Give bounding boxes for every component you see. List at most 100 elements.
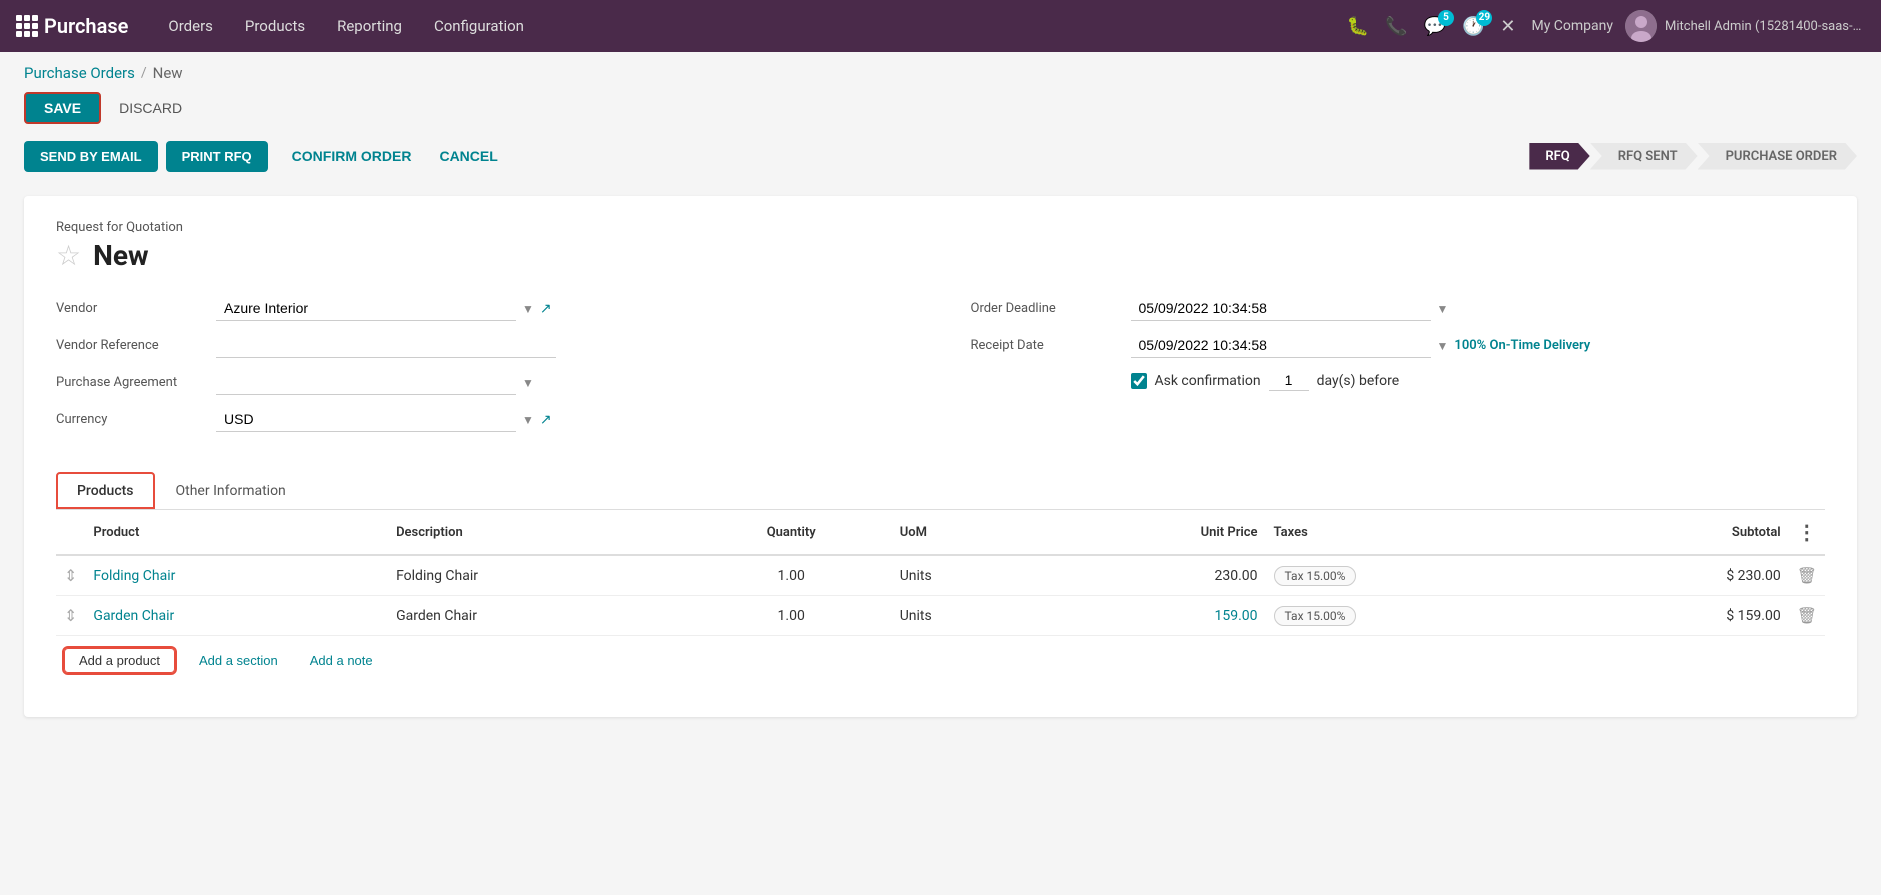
rfq-title-row: ☆ New xyxy=(56,239,1825,272)
user-name: Mitchell Admin (15281400-saas-15-1-a... xyxy=(1665,19,1865,34)
row2-description[interactable]: Garden Chair xyxy=(388,596,691,636)
menu-configuration[interactable]: Configuration xyxy=(418,0,540,52)
tab-products[interactable]: Products xyxy=(56,472,155,509)
clock-icon[interactable]: 🕐 29 xyxy=(1458,12,1488,41)
vendor-row: Vendor ▼ ↗ xyxy=(56,296,911,321)
app-grid-menu[interactable] xyxy=(16,15,38,37)
company-name[interactable]: My Company xyxy=(1531,18,1613,34)
row2-subtotal: $ 159.00 xyxy=(1571,596,1789,636)
row1-tax-badge: Tax 15.00% xyxy=(1274,566,1357,586)
favorite-star-icon[interactable]: ☆ xyxy=(56,239,81,272)
purchase-agreement-dropdown-icon[interactable]: ▼ xyxy=(522,376,534,390)
wrench-icon[interactable]: ✕ xyxy=(1496,12,1519,41)
receipt-date-dropdown-icon[interactable]: ▼ xyxy=(1437,339,1449,353)
discard-button[interactable]: DISCARD xyxy=(109,94,192,122)
top-navigation: Purchase Orders Products Reporting Confi… xyxy=(0,0,1881,52)
cancel-workflow-button[interactable]: CANCEL xyxy=(427,140,509,172)
wf-step-purchase-order[interactable]: PURCHASE ORDER xyxy=(1698,143,1857,170)
row1-delete-icon[interactable]: 🗑 xyxy=(1797,566,1817,585)
purchase-agreement-input[interactable] xyxy=(216,370,516,395)
row2-handle-icon[interactable]: ⇕ xyxy=(64,606,77,625)
row1-unit-price[interactable]: 230.00 xyxy=(1040,555,1265,596)
send-email-button[interactable]: SEND BY EMAIL xyxy=(24,141,158,172)
purchase-agreement-value: ▼ xyxy=(216,370,911,395)
clock-badge: 29 xyxy=(1476,10,1492,26)
row1-taxes[interactable]: Tax 15.00% xyxy=(1266,555,1572,596)
tab-other-information[interactable]: Other Information xyxy=(155,472,307,509)
col-taxes: Taxes xyxy=(1266,510,1572,555)
col-unit-price: Unit Price xyxy=(1040,510,1265,555)
on-time-delivery-label: 100% On-Time Delivery xyxy=(1454,338,1590,353)
workflow-actions: SEND BY EMAIL PRINT RFQ CONFIRM ORDER CA… xyxy=(24,140,510,172)
col-product: Product xyxy=(85,510,388,555)
messages-icon[interactable]: 💬 5 xyxy=(1420,12,1450,41)
ask-confirmation-value: Ask confirmation day(s) before xyxy=(1131,370,1826,391)
row1-handle-icon[interactable]: ⇕ xyxy=(64,566,77,585)
top-menu: Orders Products Reporting Configuration xyxy=(152,0,540,52)
col-description: Description xyxy=(388,510,691,555)
confirm-order-button[interactable]: CONFIRM ORDER xyxy=(280,140,424,172)
row1-quantity[interactable]: 1.00 xyxy=(691,555,892,596)
col-quantity: Quantity xyxy=(691,510,892,555)
vendor-label: Vendor xyxy=(56,301,216,316)
row1-uom[interactable]: Units xyxy=(892,555,1040,596)
vendor-value: ▼ ↗ xyxy=(216,296,911,321)
wf-step-rfq-sent[interactable]: RFQ SENT xyxy=(1590,143,1698,170)
row2-unit-price[interactable]: 159.00 xyxy=(1040,596,1265,636)
row2-quantity[interactable]: 1.00 xyxy=(691,596,892,636)
menu-products[interactable]: Products xyxy=(229,0,321,52)
vendor-external-link-icon[interactable]: ↗ xyxy=(540,301,552,317)
vendor-ref-input[interactable] xyxy=(216,333,556,358)
order-deadline-dropdown-icon[interactable]: ▼ xyxy=(1437,302,1449,316)
ask-confirmation-checkbox[interactable] xyxy=(1131,373,1147,389)
add-note-button[interactable]: Add a note xyxy=(302,649,381,672)
vendor-dropdown-icon[interactable]: ▼ xyxy=(522,302,534,316)
add-section-button[interactable]: Add a section xyxy=(191,649,286,672)
action-bar: SAVE DISCARD xyxy=(0,88,1881,134)
row1-product[interactable]: Folding Chair xyxy=(85,555,388,596)
topnav-icons: 🐛 📞 💬 5 🕐 29 ✕ xyxy=(1343,12,1520,41)
confirmation-days-input[interactable] xyxy=(1269,370,1309,391)
currency-label: Currency xyxy=(56,412,216,427)
order-deadline-row: Order Deadline ▼ xyxy=(971,296,1826,321)
row1-subtotal: $ 230.00 xyxy=(1571,555,1789,596)
order-deadline-input[interactable] xyxy=(1131,296,1431,321)
rfq-name: New xyxy=(93,239,148,272)
form-left-col: Vendor ▼ ↗ Vendor Reference Purchase Agr… xyxy=(56,296,911,444)
phone-icon[interactable]: 📞 xyxy=(1381,12,1411,41)
ask-confirmation-row: Ask confirmation day(s) before xyxy=(971,370,1826,391)
currency-input[interactable] xyxy=(216,407,516,432)
bug-icon[interactable]: 🐛 xyxy=(1343,12,1373,41)
order-deadline-label: Order Deadline xyxy=(971,301,1131,316)
table-more-options-icon[interactable]: ⋮ xyxy=(1797,520,1817,544)
col-subtotal: Subtotal xyxy=(1571,510,1789,555)
brand-title[interactable]: Purchase xyxy=(44,14,128,38)
form-right-col: Order Deadline ▼ Receipt Date ▼ 100% On-… xyxy=(971,296,1826,444)
wf-step-rfq[interactable]: RFQ xyxy=(1529,143,1589,170)
vendor-input[interactable] xyxy=(216,296,516,321)
row2-product[interactable]: Garden Chair xyxy=(85,596,388,636)
row2-taxes[interactable]: Tax 15.00% xyxy=(1266,596,1572,636)
breadcrumb-separator: / xyxy=(141,65,147,81)
user-menu[interactable]: Mitchell Admin (15281400-saas-15-1-a... xyxy=(1625,10,1865,42)
wf-step-rfq-label: RFQ xyxy=(1529,143,1589,170)
menu-orders[interactable]: Orders xyxy=(152,0,229,52)
currency-external-link-icon[interactable]: ↗ xyxy=(540,412,552,428)
add-product-button[interactable]: Add a product xyxy=(64,648,175,673)
print-rfq-button[interactable]: PRINT RFQ xyxy=(166,141,268,172)
purchase-agreement-label: Purchase Agreement xyxy=(56,375,216,390)
purchase-agreement-row: Purchase Agreement ▼ xyxy=(56,370,911,395)
workflow-steps: RFQ RFQ SENT PURCHASE ORDER xyxy=(1529,143,1857,170)
receipt-date-input[interactable] xyxy=(1131,333,1431,358)
row2-delete-icon[interactable]: 🗑 xyxy=(1797,606,1817,625)
menu-reporting[interactable]: Reporting xyxy=(321,0,418,52)
order-deadline-value: ▼ xyxy=(1131,296,1826,321)
breadcrumb-parent[interactable]: Purchase Orders xyxy=(24,64,135,82)
row2-uom[interactable]: Units xyxy=(892,596,1040,636)
row1-description[interactable]: Folding Chair xyxy=(388,555,691,596)
save-button[interactable]: SAVE xyxy=(24,92,101,124)
form-fields: Vendor ▼ ↗ Vendor Reference Purchase Agr… xyxy=(56,296,1825,444)
wf-step-rfq-sent-label: RFQ SENT xyxy=(1590,143,1698,170)
table-row: ⇕ Garden Chair Garden Chair 1.00 Units 1… xyxy=(56,596,1825,636)
currency-dropdown-icon[interactable]: ▼ xyxy=(522,413,534,427)
